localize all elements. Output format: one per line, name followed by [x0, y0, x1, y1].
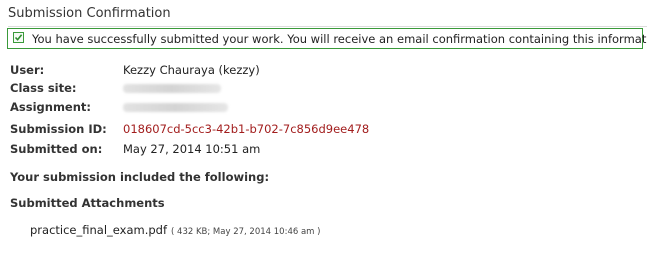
- assignment-label: Assignment:: [10, 100, 92, 114]
- submitted-attachments-heading: Submitted Attachments: [10, 196, 165, 210]
- user-value: Kezzy Chauraya (kezzy): [123, 63, 260, 77]
- submitted-on-label: Submitted on:: [10, 142, 103, 156]
- success-message: You have successfully submitted your wor…: [32, 32, 647, 46]
- page-title: Submission Confirmation: [8, 6, 171, 21]
- assignment-value-redacted: [123, 100, 228, 115]
- user-label: User:: [10, 63, 45, 77]
- submission-included-heading: Your submission included the following:: [10, 170, 270, 184]
- class-site-value-redacted: [123, 81, 221, 96]
- attachment-meta: ( 432 KB; May 27, 2014 10:46 am ): [171, 227, 321, 237]
- title-divider: [8, 26, 647, 27]
- submitted-on-value: May 27, 2014 10:51 am: [123, 142, 261, 156]
- checkbox-check-icon: [13, 32, 24, 43]
- class-site-label: Class site:: [10, 81, 77, 95]
- attachment-item: practice_final_exam.pdf ( 432 KB; May 27,…: [30, 223, 320, 237]
- attachment-file-name[interactable]: practice_final_exam.pdf: [30, 223, 167, 237]
- submission-id-value: 018607cd-5cc3-42b1-b702-7c856d9ee478: [123, 122, 370, 136]
- success-alert: You have successfully submitted your wor…: [7, 28, 647, 49]
- submission-id-label: Submission ID:: [10, 122, 107, 136]
